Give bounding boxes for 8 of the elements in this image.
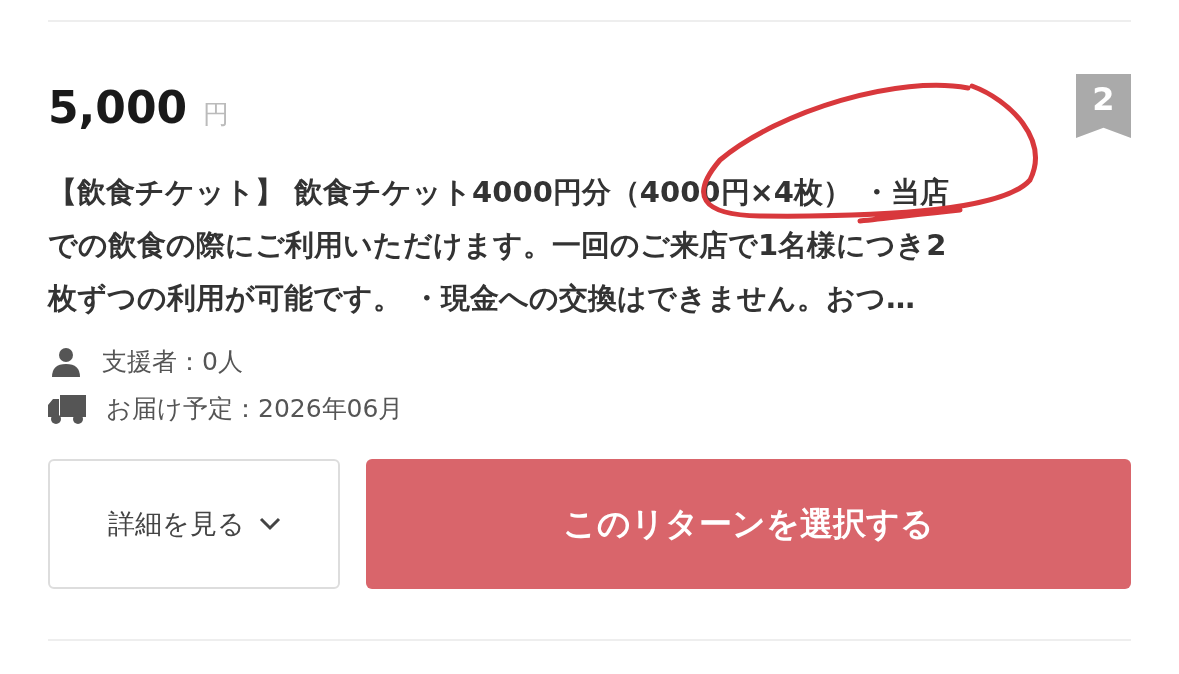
backer-count: 支援者：0人: [102, 346, 243, 378]
details-button[interactable]: 詳細を見る: [48, 459, 340, 589]
currency: 円: [203, 98, 230, 131]
number-badge: 2: [1076, 74, 1131, 138]
delivery-date: お届け予定：2026年06月: [106, 393, 404, 425]
price: 5,000: [48, 82, 188, 133]
chevron-down-icon: [258, 517, 281, 531]
truck-icon: [48, 392, 88, 425]
